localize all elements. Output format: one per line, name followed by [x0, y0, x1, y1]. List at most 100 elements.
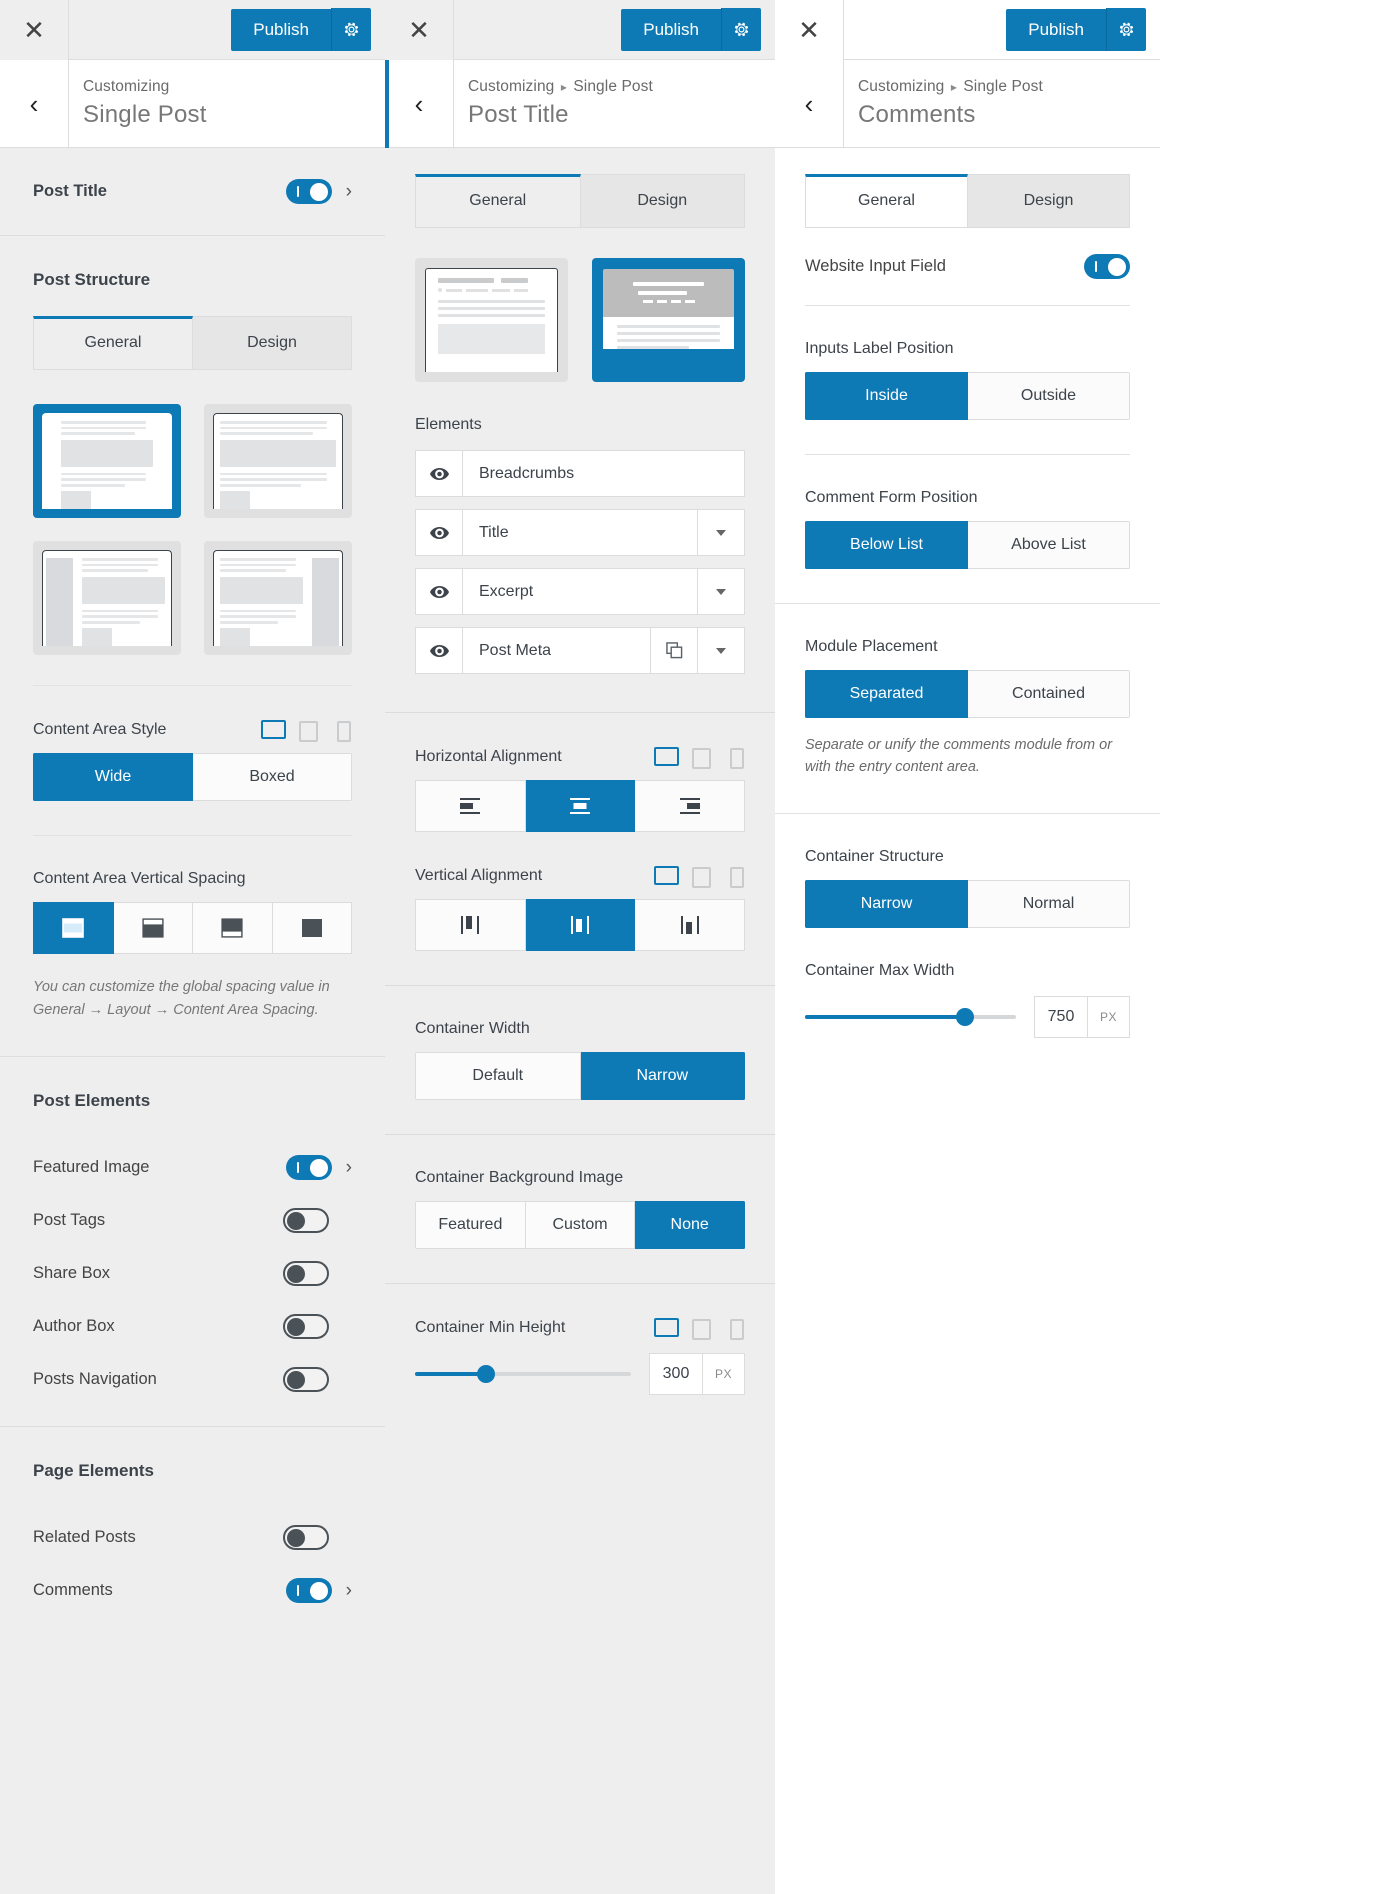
tab-design[interactable]: Design — [193, 316, 352, 369]
tab-general[interactable]: General — [805, 174, 968, 227]
back-button[interactable]: ‹ — [0, 60, 69, 147]
element-row-breadcrumbs[interactable]: Breadcrumbs — [415, 450, 745, 497]
post-element-row-posts-navigation[interactable]: Posts Navigation — [33, 1353, 352, 1426]
mobile-icon[interactable] — [724, 1318, 745, 1340]
close-customizer-button[interactable]: ✕ — [385, 0, 454, 60]
author-box-toggle[interactable] — [283, 1314, 329, 1340]
page-element-row-related-posts[interactable]: Related Posts — [33, 1511, 352, 1564]
valign-top-button[interactable] — [415, 899, 526, 951]
post-title-chevron-right-icon[interactable]: › — [346, 182, 352, 201]
title-expand-button[interactable] — [697, 510, 744, 555]
featured-image-chevron-right-icon[interactable]: › — [346, 1158, 352, 1177]
comments-chevron-right-icon[interactable]: › — [346, 1581, 352, 1600]
element-row-excerpt[interactable]: Excerpt — [415, 568, 745, 615]
container-min-height-value[interactable]: 300 — [650, 1354, 702, 1394]
post-tags-toggle[interactable] — [283, 1208, 329, 1234]
container-bg-featured[interactable]: Featured — [415, 1201, 526, 1249]
element-row-post-meta[interactable]: Post Meta — [415, 627, 745, 674]
posts-navigation-toggle[interactable] — [283, 1367, 329, 1393]
comments-toggle[interactable] — [285, 1578, 332, 1604]
container-bg-none[interactable]: None — [635, 1201, 745, 1249]
spacing-both-button[interactable] — [33, 902, 114, 954]
container-width-default[interactable]: Default — [415, 1052, 581, 1100]
layout-option-contained[interactable] — [204, 404, 352, 518]
layout-option-left-sidebar[interactable] — [33, 541, 181, 655]
page-element-row-comments[interactable]: Comments › — [33, 1564, 352, 1617]
publish-button[interactable]: Publish — [231, 8, 331, 51]
tab-design[interactable]: Design — [580, 174, 745, 227]
desktop-icon[interactable] — [654, 866, 679, 885]
container-structure-narrow[interactable]: Narrow — [805, 879, 968, 928]
container-min-height-slider[interactable] — [415, 1363, 631, 1385]
close-customizer-button[interactable]: ✕ — [0, 0, 69, 60]
tablet-icon[interactable] — [689, 747, 711, 769]
post-element-row-featured-image[interactable]: Featured Image › — [33, 1141, 352, 1194]
post-title-toggle[interactable] — [285, 179, 332, 204]
container-max-width-value-box[interactable]: 750 PX — [1034, 995, 1130, 1038]
module-placement-contained[interactable]: Contained — [968, 670, 1130, 718]
website-input-field-toggle[interactable] — [1084, 254, 1130, 279]
tab-general[interactable]: General — [33, 316, 193, 369]
module-placement-separated[interactable]: Separated — [805, 670, 968, 718]
tab-general[interactable]: General — [415, 174, 581, 227]
mobile-icon[interactable] — [724, 747, 745, 769]
publish-settings-button[interactable] — [1106, 8, 1146, 51]
tab-design[interactable]: Design — [968, 174, 1130, 227]
mobile-icon[interactable] — [331, 720, 352, 742]
container-width-narrow[interactable]: Narrow — [580, 1052, 745, 1100]
container-max-width-value[interactable]: 750 — [1035, 997, 1087, 1037]
mobile-icon[interactable] — [724, 866, 745, 888]
publish-settings-button[interactable] — [721, 8, 761, 51]
spacing-top-button[interactable] — [113, 902, 193, 954]
content-area-style-wide[interactable]: Wide — [33, 753, 193, 801]
inputs-label-position-inside[interactable]: Inside — [805, 372, 968, 420]
container-min-height-value-box[interactable]: 300 PX — [649, 1353, 745, 1395]
tablet-icon[interactable] — [296, 720, 318, 742]
comment-form-position-below[interactable]: Below List — [805, 521, 968, 569]
element-row-title[interactable]: Title — [415, 509, 745, 556]
post-title-row[interactable]: Post Title › — [33, 148, 352, 235]
post-meta-visibility-toggle[interactable] — [416, 628, 463, 673]
excerpt-expand-button[interactable] — [697, 569, 744, 614]
publish-settings-button[interactable] — [331, 8, 371, 51]
publish-button[interactable]: Publish — [1006, 8, 1106, 51]
spacing-none-button[interactable] — [272, 902, 352, 954]
back-button[interactable]: ‹ — [385, 60, 454, 147]
title-preview-banner[interactable] — [592, 258, 745, 382]
website-input-field-row[interactable]: Website Input Field — [805, 228, 1130, 305]
container-structure-normal[interactable]: Normal — [968, 879, 1130, 928]
inputs-label-position-outside[interactable]: Outside — [968, 372, 1130, 420]
valign-bottom-button[interactable] — [635, 899, 746, 951]
breadcrumbs-visibility-toggle[interactable] — [416, 451, 463, 496]
related-posts-toggle[interactable] — [283, 1525, 329, 1551]
content-area-style-boxed[interactable]: Boxed — [193, 753, 352, 801]
valign-middle-button[interactable] — [525, 899, 636, 951]
publish-button[interactable]: Publish — [621, 8, 721, 51]
excerpt-visibility-toggle[interactable] — [416, 569, 463, 614]
container-max-width-slider[interactable] — [805, 1006, 1016, 1028]
align-right-button[interactable] — [635, 780, 746, 832]
spacing-bottom-button[interactable] — [193, 902, 273, 954]
tablet-icon[interactable] — [689, 866, 711, 888]
post-element-row-author-box[interactable]: Author Box — [33, 1300, 352, 1353]
desktop-icon[interactable] — [654, 747, 679, 766]
post-meta-expand-button[interactable] — [697, 628, 744, 673]
back-button[interactable]: ‹ — [775, 60, 844, 147]
align-center-button[interactable] — [525, 780, 636, 832]
align-left-button[interactable] — [415, 780, 526, 832]
tablet-icon[interactable] — [689, 1318, 711, 1340]
layout-option-full-width[interactable] — [33, 404, 181, 518]
slider-handle[interactable] — [956, 1007, 975, 1026]
slider-handle[interactable] — [477, 1365, 496, 1383]
container-bg-custom[interactable]: Custom — [525, 1201, 636, 1249]
post-element-row-share-box[interactable]: Share Box — [33, 1247, 352, 1300]
close-customizer-button[interactable]: ✕ — [775, 0, 844, 60]
title-preview-plain[interactable] — [415, 258, 568, 382]
share-box-toggle[interactable] — [283, 1261, 329, 1287]
featured-image-toggle[interactable] — [285, 1155, 332, 1181]
layout-option-right-sidebar[interactable] — [204, 541, 352, 655]
title-visibility-toggle[interactable] — [416, 510, 463, 555]
post-element-row-post-tags[interactable]: Post Tags — [33, 1194, 352, 1247]
desktop-icon[interactable] — [654, 1318, 679, 1337]
comment-form-position-above[interactable]: Above List — [968, 521, 1130, 569]
